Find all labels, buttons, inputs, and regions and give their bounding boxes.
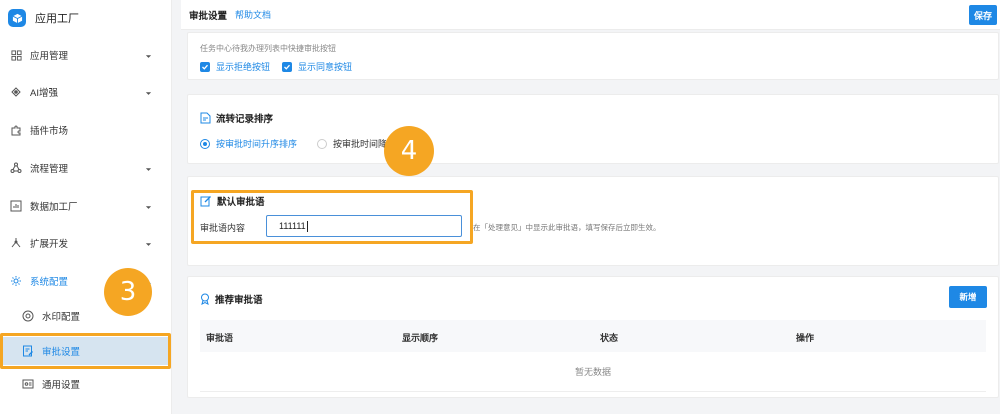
sidebar-item-label: 应用管理 — [30, 51, 69, 62]
recommended-title: 推荐审批语 — [215, 295, 263, 306]
column-header: 操作 — [796, 333, 815, 343]
step-highlight-frame — [191, 190, 473, 244]
step-4-badge: 4 — [384, 126, 434, 176]
settings-card-icon — [22, 378, 34, 390]
puzzle-icon — [10, 124, 22, 136]
sidebar-item-plugin-market[interactable]: 插件市场 — [0, 117, 170, 143]
add-comment-button[interactable]: 新增 — [949, 286, 987, 308]
column-header: 状态 — [600, 333, 619, 343]
sort-desc-radio[interactable] — [317, 138, 328, 149]
sidebar-item-label: 流程管理 — [30, 164, 69, 175]
record-sort-title-row: 流转记录排序 — [200, 111, 273, 125]
brand[interactable]: 应用工厂 — [0, 0, 171, 36]
chevron-down-icon — [145, 88, 152, 99]
show-reject-label[interactable]: 显示拒绝按钮 — [216, 60, 270, 73]
quick-buttons-card: 任务中心待我办理列表中快捷审批按钮 显示拒绝按钮 显示同意按钮 — [187, 32, 999, 80]
sort-asc-radio[interactable] — [200, 138, 210, 149]
extension-icon — [10, 237, 22, 249]
sidebar-item-data-factory[interactable]: 数据加工厂 — [0, 193, 170, 219]
sidebar-item-label: 数据加工厂 — [30, 202, 78, 213]
chevron-down-icon — [145, 202, 152, 213]
sidebar-item-label: 扩展开发 — [30, 239, 69, 250]
chevron-down-icon — [145, 239, 152, 250]
page-header: 审批设置 帮助文档 保存 — [181, 0, 1000, 30]
sidebar-subitem-label: 通用设置 — [42, 380, 81, 391]
chevron-down-icon — [145, 51, 152, 62]
show-approve-label[interactable]: 显示同意按钮 — [298, 60, 352, 73]
page-title: 审批设置 — [189, 10, 228, 22]
record-sort-title: 流转记录排序 — [216, 114, 274, 125]
checkbox-group: 显示拒绝按钮 显示同意按钮 — [200, 60, 364, 73]
help-link[interactable]: 帮助文档 — [235, 8, 271, 21]
recommended-title-row: 推荐审批语 — [200, 292, 263, 306]
empty-state: 暂无数据 — [200, 352, 986, 392]
watermark-icon — [22, 310, 34, 322]
save-button[interactable]: 保存 — [969, 5, 997, 25]
flow-icon — [10, 162, 22, 174]
sidebar-item-label: 插件市场 — [30, 126, 69, 137]
data-chart-icon — [10, 200, 22, 212]
show-reject-checkbox[interactable] — [200, 61, 210, 72]
sidebar-subitem-label: 水印配置 — [42, 312, 81, 323]
column-header: 显示顺序 — [402, 333, 439, 343]
app-logo-icon — [8, 9, 26, 27]
sidebar-subitem-general-settings[interactable]: 通用设置 — [0, 371, 170, 397]
gear-icon — [10, 275, 22, 287]
sidebar-item-app-management[interactable]: 应用管理 — [0, 42, 170, 68]
sidebar-item-label: 系统配置 — [30, 277, 69, 288]
sort-asc-label[interactable]: 按审批时间升序排序 — [216, 137, 297, 150]
chevron-down-icon — [145, 164, 152, 175]
table-header: 审批语 显示顺序 状态 操作 — [200, 320, 986, 352]
step-3-badge: 3 — [104, 268, 152, 316]
step-highlight-frame — [0, 333, 171, 369]
show-approve-checkbox[interactable] — [282, 61, 293, 72]
sidebar-item-flow-management[interactable]: 流程管理 — [0, 155, 170, 181]
record-sort-card: 流转记录排序 按审批时间升序排序 按审批时间降序排序 — [187, 94, 999, 164]
award-icon — [200, 293, 210, 305]
document-sort-icon — [200, 112, 211, 124]
sidebar-item-label: AI增强 — [30, 88, 58, 99]
ai-sparkle-icon — [10, 86, 22, 98]
sidebar-item-extension-dev[interactable]: 扩展开发 — [0, 230, 170, 256]
column-header: 审批语 — [206, 333, 234, 343]
quick-buttons-hint: 任务中心待我办理列表中快捷审批按钮 — [200, 44, 336, 53]
sort-radio-group: 按审批时间升序排序 按审批时间降序排序 — [200, 137, 414, 150]
grid-icon — [10, 49, 22, 61]
app-title: 应用工厂 — [35, 13, 79, 25]
sidebar-item-ai[interactable]: AI增强 — [0, 79, 170, 105]
comment-field-hint: 在「处理意见」中显示此审批语，填写保存后立即生效。 — [473, 223, 661, 232]
